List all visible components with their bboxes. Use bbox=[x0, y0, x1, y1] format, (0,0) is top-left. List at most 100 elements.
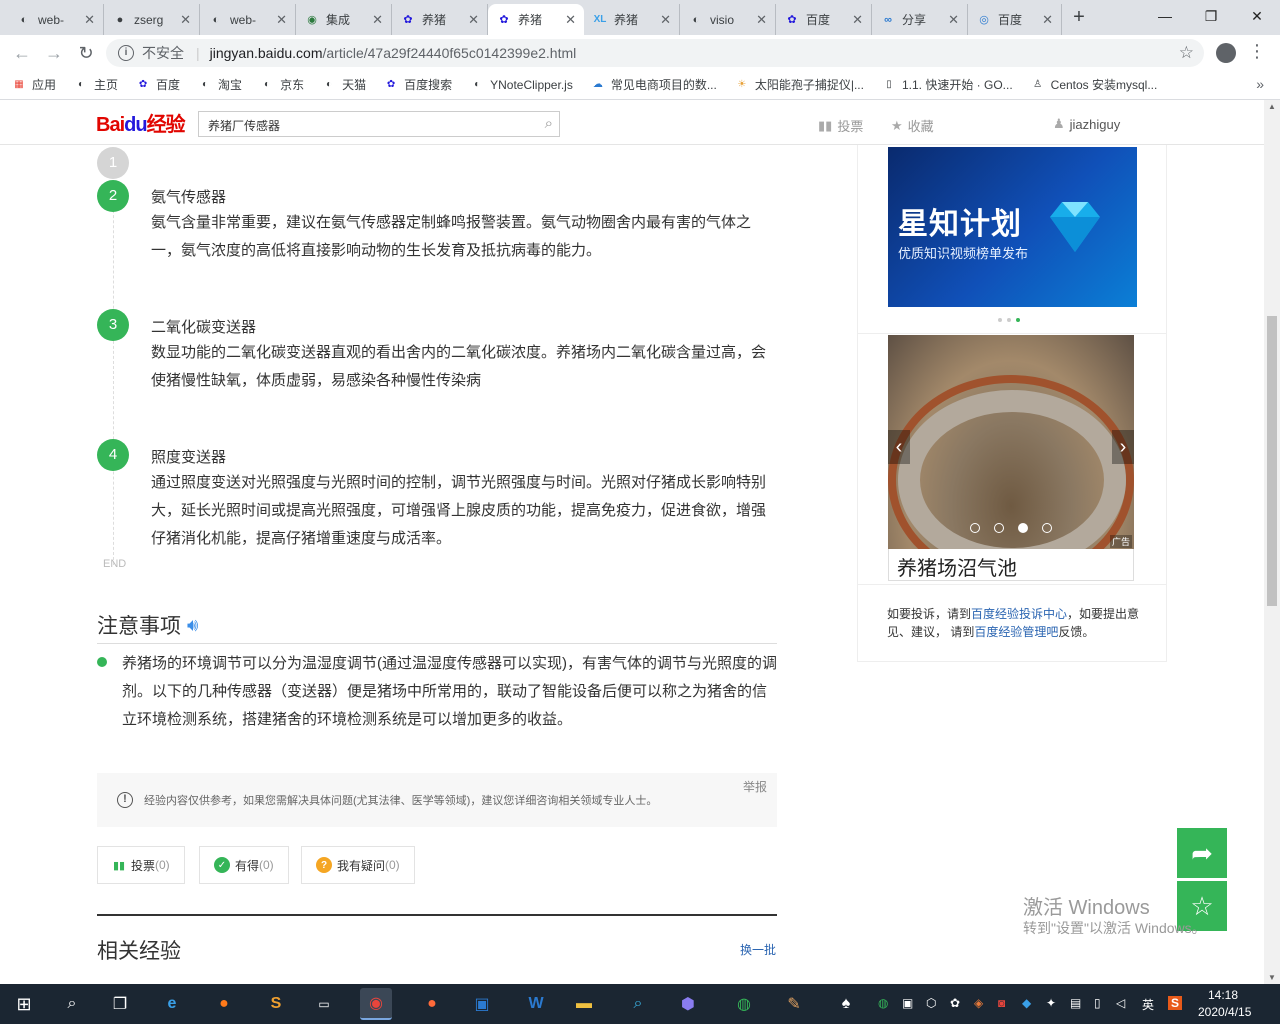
vote-button[interactable]: ▮▮ 投票 (0) bbox=[97, 846, 185, 884]
refresh-related-link[interactable]: 换一批 bbox=[740, 941, 776, 958]
volume-icon[interactable]: ◁ bbox=[1116, 996, 1125, 1010]
carousel-dot[interactable] bbox=[994, 523, 1004, 533]
tray-icon[interactable]: ✿ bbox=[950, 996, 960, 1010]
browser-tab[interactable]: ✿ 百度 ✕ bbox=[776, 4, 872, 35]
browser-tab[interactable]: XL 养猪 ✕ bbox=[584, 4, 680, 35]
carousel-dot-active[interactable] bbox=[1018, 523, 1028, 533]
share-button[interactable]: ➦ bbox=[1177, 828, 1227, 878]
tray-icon[interactable]: ✦ bbox=[1046, 996, 1056, 1010]
bookmark-item[interactable]: ▯ 1.1. 快速开始 · GO... bbox=[882, 76, 1012, 93]
close-icon[interactable]: ✕ bbox=[468, 12, 479, 28]
carousel-dot[interactable] bbox=[1042, 523, 1052, 533]
helpful-button[interactable]: ✓ 有得 (0) bbox=[199, 846, 289, 884]
bookmark-item[interactable]: ◐ 京东 bbox=[260, 76, 304, 93]
paint-icon[interactable]: ✎ bbox=[778, 988, 810, 1020]
info-icon[interactable]: i bbox=[118, 45, 134, 61]
bookmark-item[interactable]: ☀ 太阳能孢子捕捉仪|... bbox=[735, 76, 864, 93]
vote-link[interactable]: ▮▮ 投票 bbox=[818, 116, 863, 135]
ime-indicator[interactable]: 英 bbox=[1142, 996, 1154, 1013]
browser-tab[interactable]: ● zserg ✕ bbox=[104, 4, 200, 35]
tray-icon[interactable]: ◙ bbox=[998, 996, 1005, 1010]
bookmark-item[interactable]: ✿ 百度搜索 bbox=[384, 76, 452, 93]
firefox-icon[interactable]: ● bbox=[208, 988, 240, 1020]
ad-image[interactable]: ‹ › 广告 bbox=[888, 335, 1134, 549]
bookmark-item[interactable]: ♙ Centos 安装mysql... bbox=[1031, 76, 1157, 93]
site-search-input[interactable]: 养猪厂传感器 ⌕ bbox=[198, 111, 560, 137]
close-icon[interactable]: ✕ bbox=[565, 12, 576, 28]
ie-icon[interactable]: e bbox=[156, 988, 188, 1020]
complaint-center-link[interactable]: 百度经验投诉中心 bbox=[971, 607, 1067, 621]
browser-tab[interactable]: ◐ visio ✕ bbox=[680, 4, 776, 35]
browser-tab[interactable]: ◐ web- ✕ bbox=[200, 4, 296, 35]
bookmark-star-icon[interactable]: ☆ bbox=[1179, 43, 1194, 63]
carousel-dot-active[interactable] bbox=[1016, 318, 1020, 322]
maximize-button[interactable]: ❐ bbox=[1188, 0, 1234, 32]
bookmark-item[interactable]: ▦ 应用 bbox=[12, 76, 56, 93]
ad-caption[interactable]: 养猪场沼气池 bbox=[888, 549, 1134, 581]
tray-icon[interactable]: ◈ bbox=[974, 996, 983, 1010]
close-icon[interactable]: ✕ bbox=[372, 12, 383, 28]
speaker-icon[interactable]: 🔊︎ bbox=[187, 615, 198, 636]
bookmark-item[interactable]: ◐ 天猫 bbox=[322, 76, 366, 93]
close-icon[interactable]: ✕ bbox=[180, 12, 191, 28]
scrollbar-thumb[interactable] bbox=[1267, 316, 1277, 606]
network-icon[interactable]: ▤ bbox=[1070, 996, 1081, 1010]
page-scrollbar[interactable]: ▲ ▼ bbox=[1264, 100, 1280, 984]
battery-icon[interactable]: ▯ bbox=[1094, 996, 1101, 1010]
bookmark-item[interactable]: ◐ 淘宝 bbox=[198, 76, 242, 93]
app-icon[interactable]: ⬢ bbox=[672, 988, 704, 1020]
sogou-ime-icon[interactable]: S bbox=[1168, 996, 1183, 1010]
back-button[interactable]: ← bbox=[12, 43, 32, 63]
terminal-icon[interactable]: ▭ bbox=[308, 988, 340, 1020]
chrome-icon[interactable]: ◉ bbox=[360, 988, 392, 1020]
user-menu[interactable]: ♟ jiazhiguy bbox=[1053, 116, 1120, 132]
minimize-button[interactable]: — bbox=[1142, 0, 1188, 32]
close-window-button[interactable]: ✕ bbox=[1234, 0, 1280, 32]
tray-icon[interactable]: ⬡ bbox=[926, 996, 936, 1010]
promo-banner[interactable]: 星知计划 优质知识视频榜单发布 bbox=[888, 147, 1137, 307]
browser-tab-active[interactable]: ✿ 养猪 ✕ bbox=[488, 4, 584, 35]
more-bookmarks-icon[interactable]: » bbox=[1256, 76, 1264, 92]
wechat-tray-icon[interactable]: ◍ bbox=[878, 996, 888, 1010]
browser-menu-icon[interactable]: ⋮ bbox=[1248, 41, 1266, 62]
collect-link[interactable]: ★ 收藏 bbox=[891, 116, 934, 135]
profile-avatar[interactable] bbox=[1216, 43, 1236, 63]
close-icon[interactable]: ✕ bbox=[756, 12, 767, 28]
browser-tab[interactable]: ◎ 百度 ✕ bbox=[968, 4, 1062, 35]
bookmark-item[interactable]: ◐ YNoteClipper.js bbox=[470, 78, 573, 92]
reload-button[interactable]: ↻ bbox=[76, 43, 96, 63]
postman-icon[interactable]: ● bbox=[416, 988, 448, 1020]
wechat-icon[interactable]: ◍ bbox=[728, 988, 760, 1020]
question-button[interactable]: ? 我有疑问 (0) bbox=[301, 846, 415, 884]
browser-tab[interactable]: ◐ web- ✕ bbox=[8, 4, 104, 35]
search-icon[interactable]: ⌕ bbox=[56, 988, 88, 1020]
wps-icon[interactable]: W bbox=[520, 988, 552, 1020]
close-icon[interactable]: ✕ bbox=[948, 12, 959, 28]
report-link[interactable]: 举报 bbox=[743, 778, 767, 795]
close-icon[interactable]: ✕ bbox=[1042, 12, 1053, 28]
sublime-icon[interactable]: S bbox=[260, 988, 292, 1020]
omnibox[interactable]: i 不安全 | jingyan.baidu.com/article/47a29f… bbox=[106, 39, 1204, 67]
search-app-icon[interactable]: ⌕ bbox=[622, 988, 654, 1020]
folder-icon[interactable]: ▬ bbox=[568, 988, 600, 1020]
close-icon[interactable]: ✕ bbox=[852, 12, 863, 28]
windows-start-icon[interactable]: ⊞ bbox=[8, 988, 40, 1020]
carousel-dot[interactable] bbox=[998, 318, 1002, 322]
app-window-icon[interactable]: ▣ bbox=[466, 988, 498, 1020]
qq-icon[interactable]: ♠ bbox=[830, 988, 862, 1020]
close-icon[interactable]: ✕ bbox=[660, 12, 671, 28]
baidu-jingyan-logo[interactable]: Baidu经验 bbox=[96, 108, 186, 137]
browser-tab[interactable]: ∞ 分享 ✕ bbox=[872, 4, 968, 35]
new-tab-button[interactable]: + bbox=[1068, 6, 1090, 28]
bookmark-item[interactable]: ☁ 常见电商项目的数... bbox=[591, 76, 717, 93]
bookmark-item[interactable]: ✿ 百度 bbox=[136, 76, 180, 93]
browser-tab[interactable]: ◉ 集成 ✕ bbox=[296, 4, 392, 35]
carousel-dot[interactable] bbox=[970, 523, 980, 533]
bookmark-item[interactable]: ◐ 主页 bbox=[74, 76, 118, 93]
chevron-left-icon[interactable]: ‹ bbox=[888, 430, 910, 464]
scroll-down-icon[interactable]: ▼ bbox=[1268, 973, 1276, 982]
tray-icon[interactable]: ◆ bbox=[1022, 996, 1031, 1010]
scroll-up-icon[interactable]: ▲ bbox=[1268, 102, 1276, 111]
search-icon[interactable]: ⌕ bbox=[545, 115, 553, 132]
close-icon[interactable]: ✕ bbox=[276, 12, 287, 28]
